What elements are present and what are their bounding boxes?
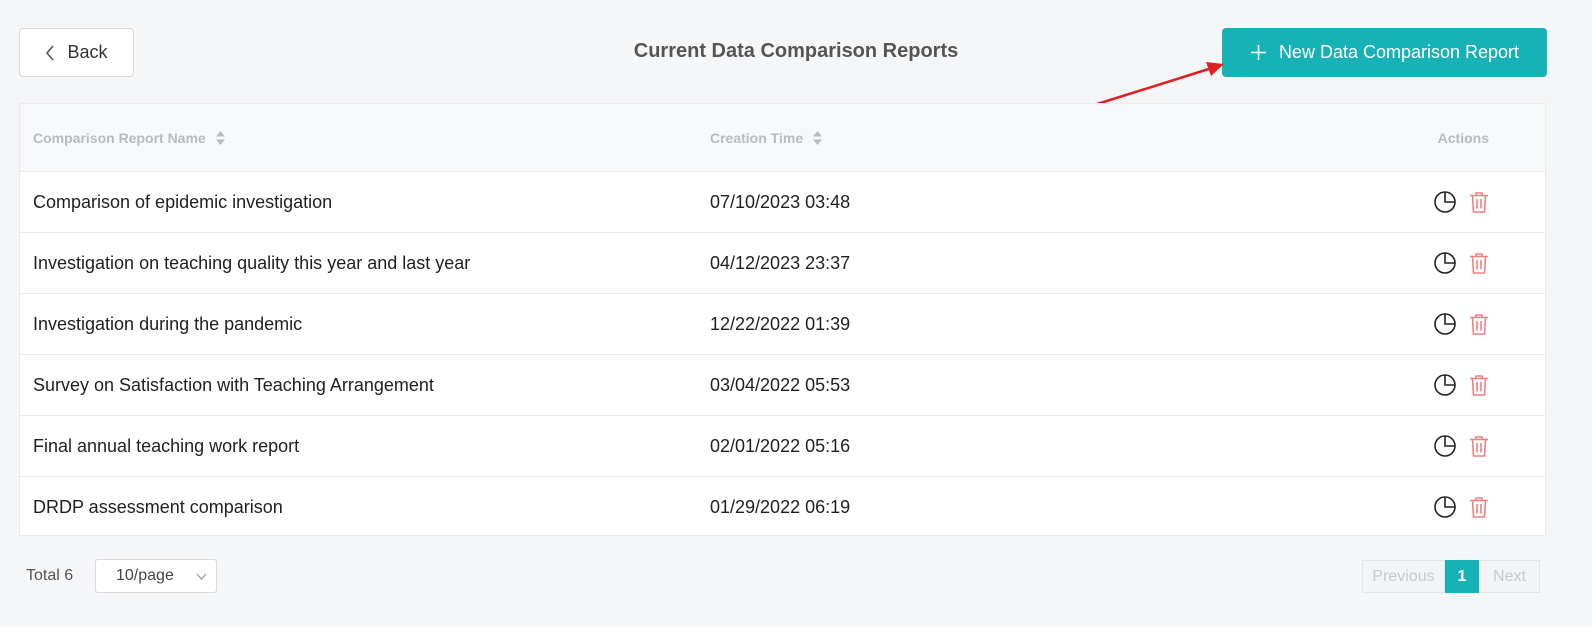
table-row: Investigation during the pandemic 12/22/2… bbox=[20, 294, 1545, 355]
reports-table: Comparison Report Name Creation Time Act… bbox=[19, 103, 1546, 536]
report-name: Investigation during the pandemic bbox=[33, 313, 303, 334]
chevron-down-icon bbox=[196, 573, 207, 580]
sort-icon[interactable] bbox=[812, 130, 823, 146]
report-name: Survey on Satisfaction with Teaching Arr… bbox=[33, 374, 434, 395]
table-row: DRDP assessment comparison 01/29/2022 06:… bbox=[20, 477, 1545, 538]
creation-time: 04/12/2023 23:37 bbox=[710, 252, 851, 273]
trash-icon[interactable] bbox=[1467, 312, 1491, 336]
creation-time: 12/22/2022 01:39 bbox=[710, 313, 851, 334]
report-name: DRDP assessment comparison bbox=[33, 496, 283, 517]
page-size-value: 10/page bbox=[116, 567, 174, 584]
pie-chart-icon[interactable] bbox=[1433, 495, 1457, 519]
row-actions bbox=[1433, 233, 1491, 293]
new-report-button[interactable]: New Data Comparison Report bbox=[1222, 28, 1547, 77]
creation-time: 01/29/2022 06:19 bbox=[710, 496, 851, 517]
trash-icon[interactable] bbox=[1467, 373, 1491, 397]
trash-icon[interactable] bbox=[1467, 190, 1491, 214]
table-row: Investigation on teaching quality this y… bbox=[20, 233, 1545, 294]
creation-time: 07/10/2023 03:48 bbox=[710, 191, 851, 212]
creation-time: 03/04/2022 05:53 bbox=[710, 374, 851, 395]
column-header-name[interactable]: Comparison Report Name bbox=[33, 104, 226, 172]
report-name: Investigation on teaching quality this y… bbox=[33, 252, 471, 273]
trash-icon[interactable] bbox=[1467, 251, 1491, 275]
table-row: Comparison of epidemic investigation 07/1… bbox=[20, 172, 1545, 233]
page: Back Current Data Comparison Reports New… bbox=[0, 0, 1592, 627]
column-header-actions: Actions bbox=[1437, 130, 1489, 146]
row-actions bbox=[1433, 477, 1491, 537]
trash-icon[interactable] bbox=[1467, 434, 1491, 458]
pie-chart-icon[interactable] bbox=[1433, 434, 1457, 458]
next-page-button[interactable]: Next bbox=[1479, 560, 1540, 593]
new-report-label: New Data Comparison Report bbox=[1278, 42, 1520, 62]
sort-icon[interactable] bbox=[215, 130, 226, 146]
row-actions bbox=[1433, 294, 1491, 354]
trash-icon[interactable] bbox=[1467, 495, 1491, 519]
total-count: Total 6 bbox=[26, 567, 74, 584]
row-actions bbox=[1433, 416, 1491, 476]
pie-chart-icon[interactable] bbox=[1433, 251, 1457, 275]
pie-chart-icon[interactable] bbox=[1433, 373, 1457, 397]
table-row: Survey on Satisfaction with Teaching Arr… bbox=[20, 355, 1545, 416]
creation-time: 02/01/2022 05:16 bbox=[710, 435, 851, 456]
table-body: Comparison of epidemic investigation 07/1… bbox=[20, 172, 1545, 538]
page-number-button[interactable]: 1 bbox=[1445, 560, 1479, 593]
table-row: Final annual teaching work report 02/01/2… bbox=[20, 416, 1545, 477]
row-actions bbox=[1433, 355, 1491, 415]
page-size-select[interactable]: 10/page bbox=[95, 559, 217, 593]
pagination: Previous 1 Next bbox=[1362, 560, 1540, 593]
pie-chart-icon[interactable] bbox=[1433, 190, 1457, 214]
column-header-time[interactable]: Creation Time bbox=[710, 104, 823, 172]
pie-chart-icon[interactable] bbox=[1433, 312, 1457, 336]
row-actions bbox=[1433, 172, 1491, 232]
report-name: Final annual teaching work report bbox=[33, 435, 300, 456]
report-name: Comparison of epidemic investigation bbox=[33, 191, 333, 212]
previous-page-button[interactable]: Previous bbox=[1362, 560, 1445, 593]
plus-icon bbox=[1250, 45, 1266, 60]
table-header: Comparison Report Name Creation Time Act… bbox=[20, 104, 1545, 172]
